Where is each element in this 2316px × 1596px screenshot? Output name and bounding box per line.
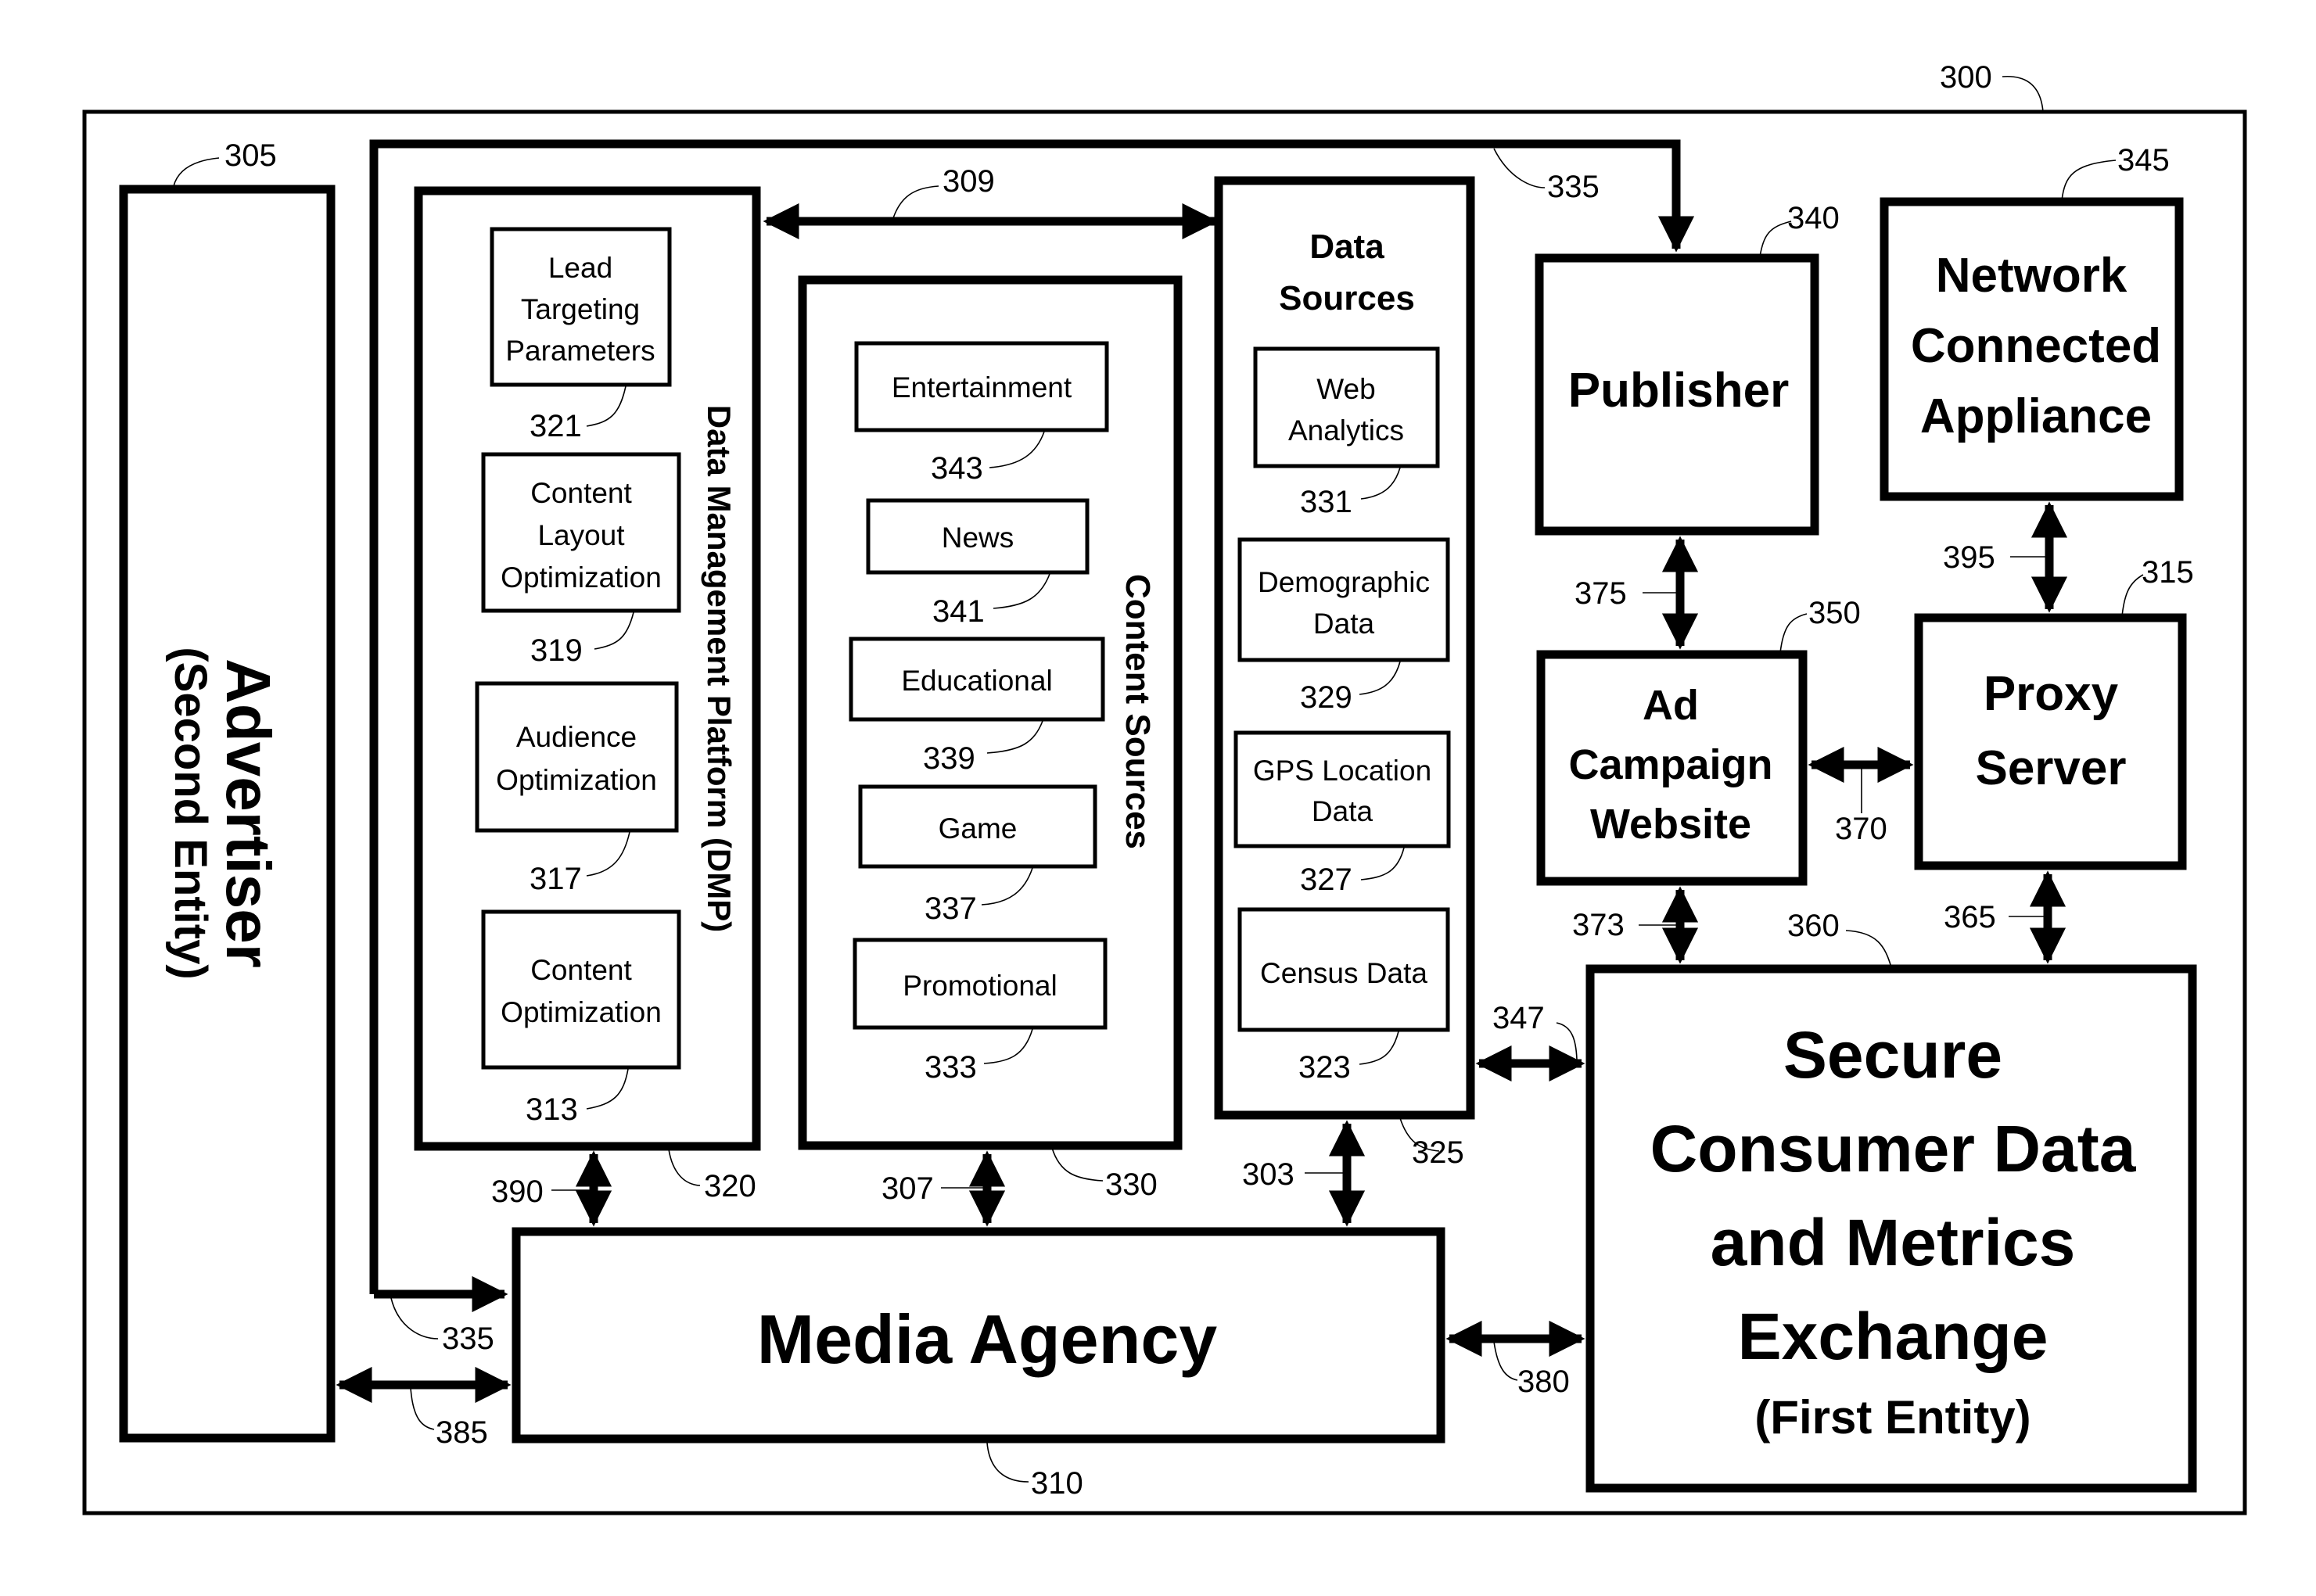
svg-text:Lead: Lead: [548, 252, 612, 284]
media-agency-title: Media Agency: [757, 1300, 1218, 1378]
data-sources-title: Sources: [1279, 279, 1415, 317]
appliance-title: Network: [1936, 249, 2127, 303]
content-sources-title: Content Sources: [1119, 574, 1157, 849]
ad-campaign-title: Ad: [1643, 682, 1699, 729]
svg-text:Data: Data: [1313, 608, 1375, 640]
ref-347: 347: [1492, 1001, 1545, 1035]
ref-330: 330: [1105, 1167, 1158, 1202]
ref-335-top: 335: [1547, 170, 1600, 204]
svg-text:317: 317: [530, 862, 582, 896]
svg-text:News: News: [942, 522, 1014, 554]
svg-text:Analytics: Analytics: [1288, 414, 1404, 447]
ref-340: 340: [1787, 201, 1840, 235]
svg-text:Content: Content: [530, 954, 632, 986]
svg-text:321: 321: [530, 409, 582, 443]
svg-text:Demographic: Demographic: [1258, 566, 1430, 598]
ref-365: 365: [1944, 900, 1996, 934]
advertiser-title: Advertiser: [214, 658, 283, 968]
svg-text:327: 327: [1300, 863, 1352, 897]
svg-text:337: 337: [925, 891, 977, 926]
exchange-title: Consumer Data: [1650, 1112, 2137, 1185]
ref-375: 375: [1575, 576, 1627, 611]
svg-text:Content: Content: [530, 477, 632, 509]
svg-text:Educational: Educational: [901, 665, 1052, 697]
ref-309: 309: [943, 164, 995, 199]
ref-303: 303: [1242, 1157, 1294, 1192]
exchange-subtitle: (First Entity): [1754, 1391, 2031, 1444]
ref-315: 315: [2142, 555, 2194, 590]
svg-text:Game: Game: [939, 812, 1018, 845]
ref-373: 373: [1572, 908, 1625, 942]
ad-campaign-title: Campaign: [1568, 741, 1772, 788]
svg-text:Audience: Audience: [516, 721, 637, 753]
svg-text:319: 319: [530, 633, 583, 668]
svg-text:Entertainment: Entertainment: [892, 371, 1072, 403]
svg-text:339: 339: [923, 741, 975, 776]
exchange-title: Secure: [1783, 1018, 2002, 1092]
publisher-title: Publisher: [1568, 364, 1790, 418]
exchange-title: and Metrics: [1711, 1206, 2076, 1279]
svg-text:Promotional: Promotional: [903, 970, 1057, 1002]
proxy-server-title: Server: [1975, 741, 2126, 795]
svg-text:GPS Location: GPS Location: [1253, 755, 1431, 787]
ref-305: 305: [224, 138, 277, 173]
ad-campaign-title: Website: [1590, 801, 1751, 848]
svg-text:331: 331: [1300, 485, 1352, 519]
ref-300: 300: [1940, 60, 1992, 95]
svg-text:343: 343: [931, 451, 983, 486]
ref-320: 320: [704, 1169, 756, 1203]
proxy-server-title: Proxy: [1984, 667, 2119, 721]
svg-text:Targeting: Targeting: [521, 293, 640, 325]
svg-text:Optimization: Optimization: [496, 764, 657, 796]
ref-335-bottom: 335: [442, 1322, 494, 1356]
ref-380: 380: [1517, 1365, 1570, 1399]
data-sources-title: Data: [1309, 228, 1384, 266]
ref-385: 385: [436, 1415, 488, 1450]
svg-text:323: 323: [1298, 1050, 1351, 1085]
appliance-title: Connected: [1911, 319, 2161, 373]
svg-text:Data: Data: [1312, 795, 1373, 827]
advertiser-subtitle: (Second Entity): [165, 647, 216, 979]
svg-text:Optimization: Optimization: [501, 561, 662, 594]
svg-text:341: 341: [932, 594, 985, 629]
patent-diagram: 300 335 335 305 Advertiser (Second Entit…: [82, 60, 2247, 1515]
ref-360: 360: [1787, 909, 1840, 943]
svg-text:Web: Web: [1316, 373, 1375, 405]
ref-350: 350: [1808, 596, 1861, 630]
ref-325: 325: [1412, 1135, 1464, 1170]
svg-text:Optimization: Optimization: [501, 996, 662, 1028]
svg-text:333: 333: [925, 1050, 977, 1085]
appliance-title: Appliance: [1920, 389, 2152, 443]
dmp-title: Data Management Platform (DMP): [701, 405, 738, 932]
svg-text:Parameters: Parameters: [505, 335, 655, 367]
svg-text:Census Data: Census Data: [1260, 957, 1427, 989]
svg-text:329: 329: [1300, 680, 1352, 715]
ref-390: 390: [491, 1175, 544, 1209]
svg-text:313: 313: [526, 1092, 578, 1127]
ref-345: 345: [2117, 143, 2170, 178]
svg-text:Layout: Layout: [537, 519, 625, 551]
exchange-title: Exchange: [1738, 1300, 2048, 1373]
ref-370: 370: [1835, 812, 1887, 846]
ref-395: 395: [1943, 540, 1995, 575]
ref-307: 307: [882, 1171, 934, 1206]
ref-310: 310: [1031, 1466, 1083, 1501]
